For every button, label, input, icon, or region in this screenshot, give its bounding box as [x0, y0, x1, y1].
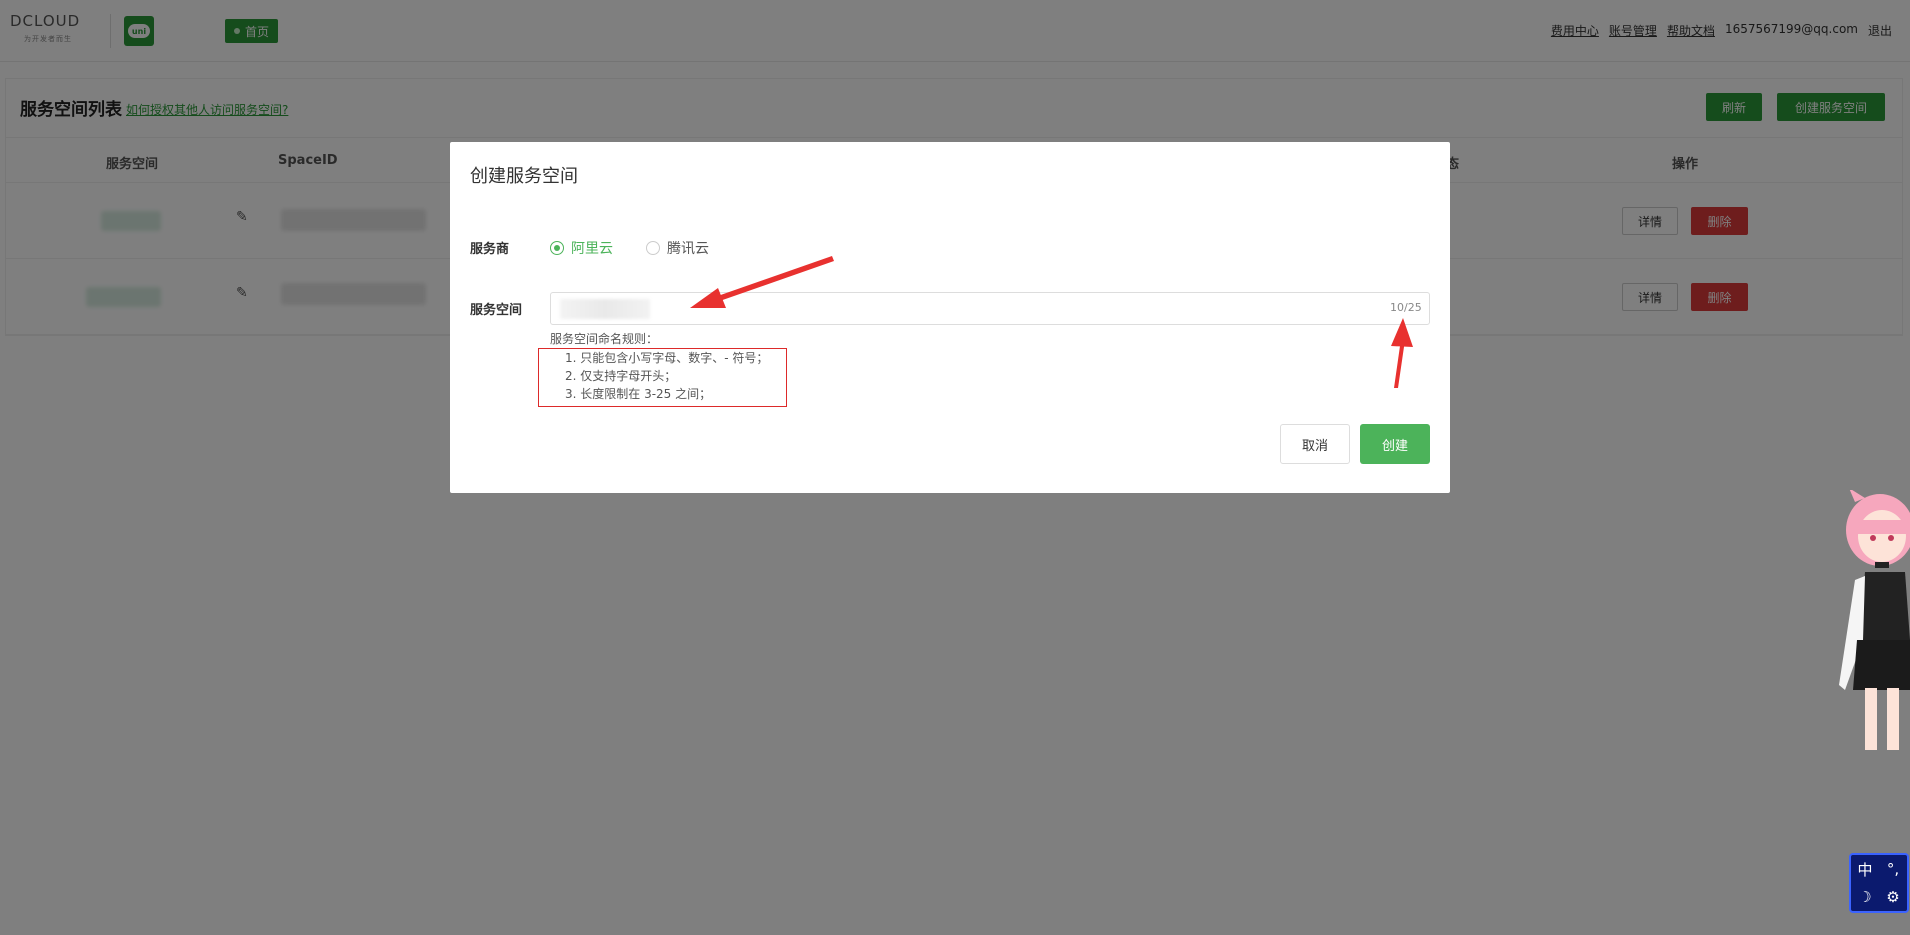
naming-rule: 3. 长度限制在 3-25 之间；: [565, 387, 712, 401]
create-space-dialog: 创建服务空间 服务商 阿里云 腾讯云 服务空间 10/25 服务空间命名规则： …: [450, 142, 1450, 493]
cancel-button[interactable]: 取消: [1280, 424, 1350, 464]
create-button[interactable]: 创建: [1360, 424, 1430, 464]
radio-checked-icon: [550, 241, 564, 255]
char-counter: 10/25: [1390, 301, 1422, 314]
naming-rule: 1. 只能包含小写字母、数字、- 符号；: [565, 351, 769, 365]
radio-unchecked-icon: [646, 241, 660, 255]
mascot-character[interactable]: [1825, 490, 1910, 755]
ime-moon-icon[interactable]: ☽: [1858, 888, 1871, 906]
dialog-title: 创建服务空间: [470, 166, 578, 187]
radio-aliyun[interactable]: 阿里云: [550, 238, 613, 258]
radio-aliyun-label: 阿里云: [571, 241, 613, 257]
input-value-blurred: [560, 299, 650, 319]
ime-punctuation-icon[interactable]: °,: [1887, 860, 1899, 878]
ime-chinese-mode[interactable]: 中: [1857, 859, 1872, 880]
ime-settings-icon[interactable]: ⚙: [1886, 888, 1899, 906]
space-name-input[interactable]: [550, 292, 1430, 325]
ime-toolbar[interactable]: 中 °, ☽ ⚙: [1849, 853, 1909, 913]
provider-label: 服务商: [470, 242, 510, 257]
naming-rules-title: 服务空间命名规则：: [550, 332, 659, 346]
naming-rule: 2. 仅支持字母开头；: [565, 369, 677, 383]
radio-tencent-label: 腾讯云: [667, 241, 709, 257]
radio-tencent[interactable]: 腾讯云: [646, 238, 709, 258]
space-name-label: 服务空间: [470, 303, 523, 318]
